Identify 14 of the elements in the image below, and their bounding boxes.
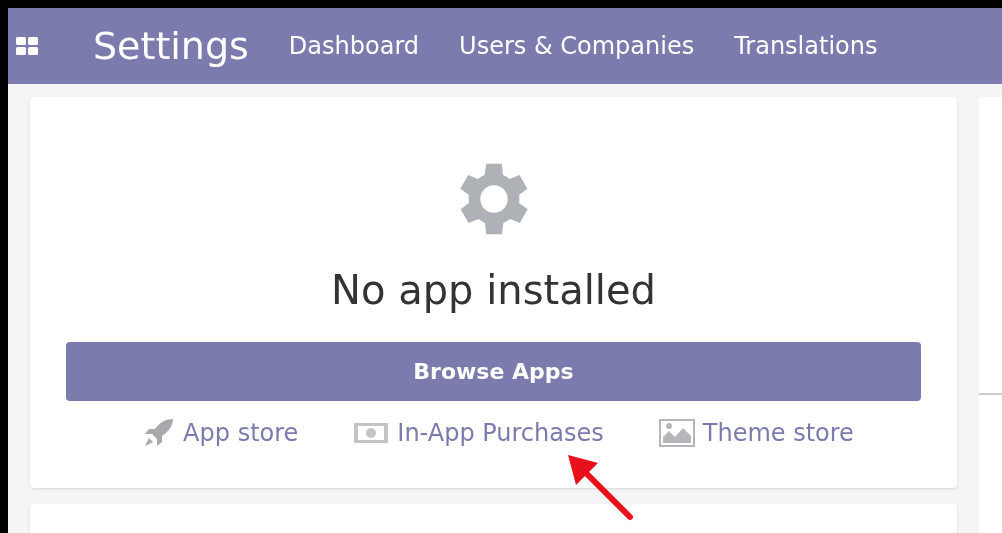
browse-apps-button[interactable]: Browse Apps (66, 342, 921, 401)
rocket-icon (143, 418, 176, 448)
app-title: Settings (93, 22, 249, 70)
apps-grid-icon[interactable] (16, 37, 38, 55)
empty-message: No app installed (331, 266, 656, 315)
arrow-annotation (566, 453, 636, 523)
store-link[interactable]: In-App Purchases (353, 415, 604, 451)
menu-item[interactable]: Translations (734, 28, 878, 64)
store-link[interactable]: App store (143, 415, 299, 451)
menu-item[interactable]: Users & Companies (459, 28, 695, 64)
banknote-icon (353, 422, 390, 444)
store-link[interactable]: Theme store (658, 415, 854, 451)
menu-item[interactable]: Dashboard (288, 28, 420, 64)
image-icon (658, 419, 695, 447)
